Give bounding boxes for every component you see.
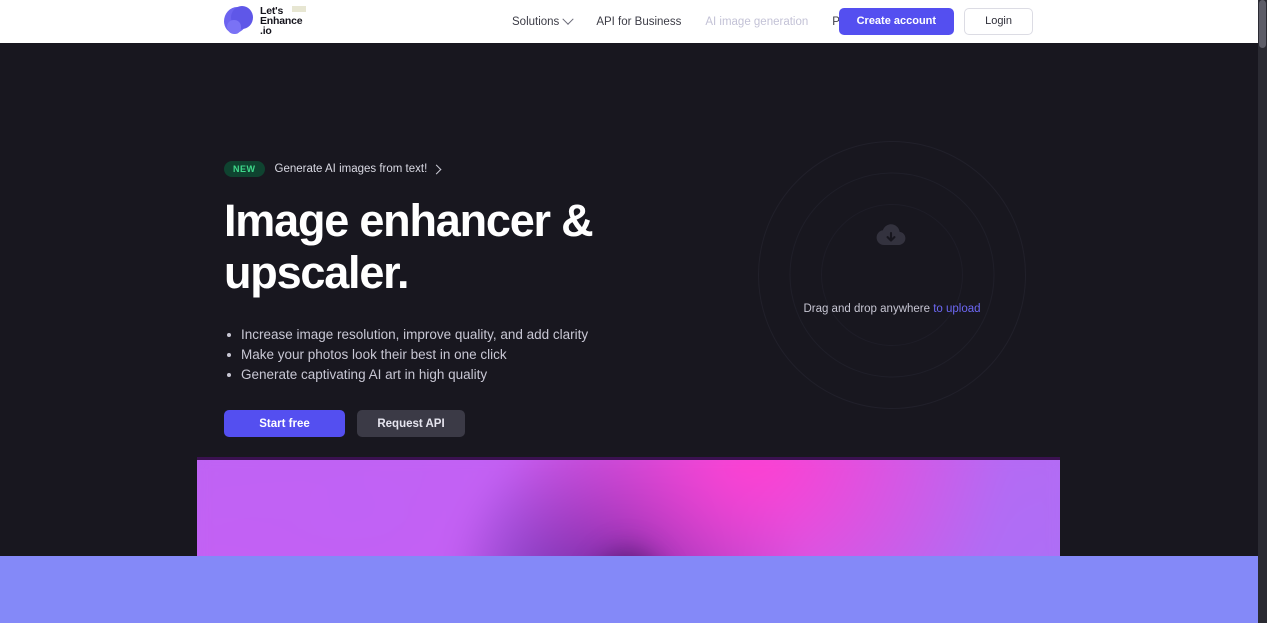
start-free-button[interactable]: Start free bbox=[224, 410, 345, 437]
request-api-button[interactable]: Request API bbox=[357, 410, 465, 437]
chevron-down-icon bbox=[562, 13, 574, 25]
page-title: Image enhancer & upscaler. bbox=[224, 195, 594, 298]
nav-item-label: AI image generation bbox=[705, 15, 809, 28]
brand-wordmark: Let's Enhance .io bbox=[260, 6, 306, 37]
brand-logo[interactable]: Let's Enhance .io bbox=[224, 4, 306, 38]
lets-enhance-blob-logo-icon bbox=[224, 6, 254, 36]
list-item: Increase image resolution, improve quali… bbox=[224, 325, 784, 344]
login-button[interactable]: Login bbox=[964, 8, 1033, 35]
brand-line-3: .io bbox=[260, 25, 272, 37]
dropzone-label: Drag and drop anywhere to upload bbox=[758, 303, 1026, 315]
chevron-right-icon bbox=[431, 164, 442, 174]
hero-announcement[interactable]: NEW Generate AI images from text! bbox=[224, 161, 784, 177]
list-item: Make your photos look their best in one … bbox=[224, 345, 784, 364]
section-color-band bbox=[0, 556, 1258, 623]
site-header: Let's Enhance .io Solutions API for Busi… bbox=[0, 0, 1258, 43]
nav-item-ai-image-generation[interactable]: AI image generation bbox=[705, 16, 808, 28]
nav-item-label: API for Business bbox=[596, 15, 682, 28]
dropzone-text: Drag and drop anywhere bbox=[803, 303, 934, 315]
header-actions: Create account Login bbox=[838, 8, 1033, 35]
scrollbar-thumb[interactable] bbox=[1259, 0, 1266, 48]
create-account-button[interactable]: Create account bbox=[838, 8, 955, 35]
cloud-upload-icon bbox=[875, 224, 909, 255]
feature-list: Increase image resolution, improve quali… bbox=[224, 325, 784, 384]
announcement-link[interactable]: Generate AI images from text! bbox=[274, 163, 442, 175]
cta-row: Start free Request API bbox=[224, 410, 784, 437]
hero-content: NEW Generate AI images from text! Image … bbox=[224, 161, 784, 437]
announcement-label: Generate AI images from text! bbox=[274, 163, 428, 175]
brand-accent-dash bbox=[292, 6, 306, 12]
upload-dropzone[interactable]: Drag and drop anywhere to upload bbox=[758, 141, 1026, 409]
vertical-scrollbar[interactable] bbox=[1258, 0, 1267, 623]
list-item: Generate captivating AI art in high qual… bbox=[224, 365, 784, 384]
status-badge: NEW bbox=[224, 161, 265, 177]
nav-item-api-for-business[interactable]: API for Business bbox=[596, 16, 681, 28]
nav-item-label: Solutions bbox=[512, 15, 560, 28]
nav-item-solutions[interactable]: Solutions bbox=[512, 13, 574, 28]
page-viewport: Let's Enhance .io Solutions API for Busi… bbox=[0, 0, 1258, 623]
showcase-top-edge bbox=[197, 457, 1060, 460]
dropzone-upload-link[interactable]: to upload bbox=[933, 303, 980, 315]
